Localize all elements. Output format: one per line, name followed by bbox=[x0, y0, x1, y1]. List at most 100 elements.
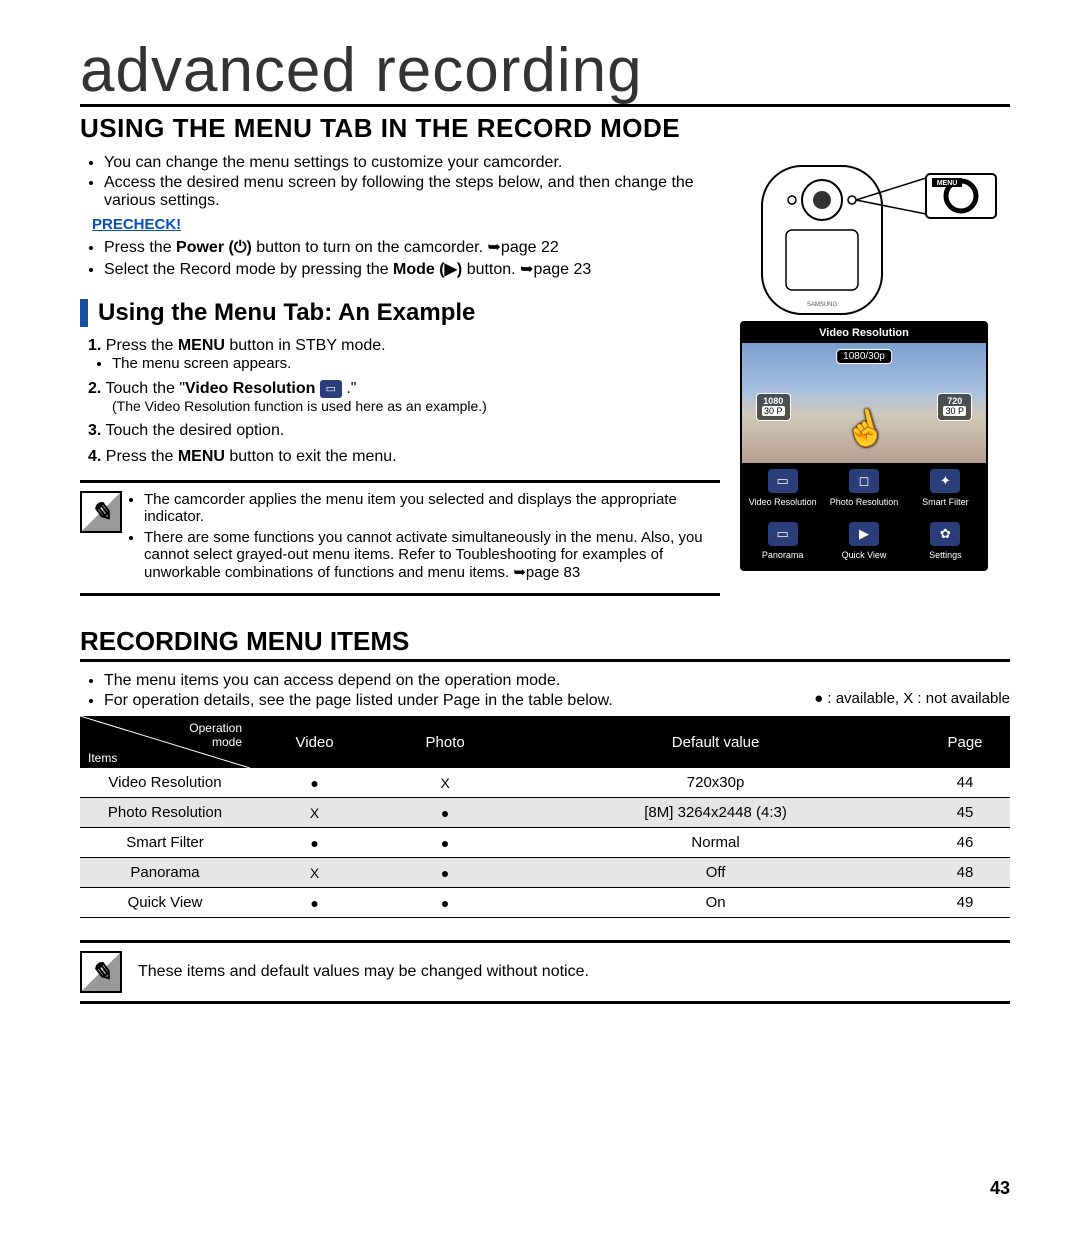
cell-item: Quick View bbox=[80, 888, 250, 918]
h2-bullet-list: The menu items you can access depend on … bbox=[104, 672, 794, 712]
menu-tile-panorama: ▭ Panorama bbox=[742, 516, 823, 569]
tile-icon: ▶ bbox=[849, 522, 879, 546]
text: Press the bbox=[104, 239, 176, 256]
text: Press the bbox=[106, 448, 178, 465]
cell-page: 48 bbox=[920, 858, 1010, 888]
h2-bullet: For operation details, see the page list… bbox=[104, 692, 794, 710]
note-list: The camcorder applies the menu item you … bbox=[144, 491, 714, 585]
text: button to exit the menu. bbox=[225, 448, 397, 465]
svg-text:MENU: MENU bbox=[937, 180, 958, 187]
step-number: 1. bbox=[88, 337, 101, 354]
intro-bullet-list: You can change the menu settings to cust… bbox=[104, 154, 724, 210]
footer-note-text: These items and default values may be ch… bbox=[138, 963, 589, 981]
cell-page: 45 bbox=[920, 798, 1010, 828]
bold-text: Power (⏻) bbox=[176, 239, 252, 256]
cell-item: Smart Filter bbox=[80, 828, 250, 858]
cell-page: 46 bbox=[920, 828, 1010, 858]
text: button to turn on the camcorder. ➥page 2… bbox=[256, 239, 559, 256]
tile-icon: ✿ bbox=[930, 522, 960, 546]
h2-bullet: The menu items you can access depend on … bbox=[104, 672, 794, 690]
tile-label: Video Resolution bbox=[749, 497, 817, 507]
cell-photo: ● bbox=[379, 828, 511, 858]
cell-page: 49 bbox=[920, 888, 1010, 918]
subsection-heading: Using the Menu Tab: An Example bbox=[98, 299, 475, 327]
precheck-list: Press the Power (⏻) button to turn on th… bbox=[104, 237, 724, 279]
tile-label: Smart Filter bbox=[922, 497, 969, 507]
step-item: 4. Press the MENU button to exit the men… bbox=[88, 448, 720, 466]
note-box: ✎ The camcorder applies the menu item yo… bbox=[80, 480, 720, 596]
note-item: There are some functions you cannot acti… bbox=[144, 529, 714, 581]
touch-hand-icon: ☝ bbox=[840, 404, 891, 454]
bold-text: Video Resolution bbox=[185, 380, 315, 397]
note-icon: ✎ bbox=[80, 491, 122, 533]
text: button. ➥page 23 bbox=[467, 261, 592, 278]
cell-video: X bbox=[250, 858, 379, 888]
opt-line2: 30 P bbox=[943, 406, 966, 416]
th-photo: Photo bbox=[379, 716, 511, 768]
table-row: PanoramaX●Off48 bbox=[80, 858, 1010, 888]
h2-accent-bar bbox=[80, 299, 88, 327]
precheck-item: Press the Power (⏻) button to turn on th… bbox=[104, 237, 724, 257]
step-number: 4. bbox=[88, 448, 101, 465]
text: Touch the desired option. bbox=[106, 422, 285, 439]
tile-icon: ◻ bbox=[849, 469, 879, 493]
cell-default: On bbox=[511, 888, 920, 918]
bold-text: MENU bbox=[178, 448, 225, 465]
text: Touch the " bbox=[106, 380, 186, 397]
step-item: 3. Touch the desired option. bbox=[88, 422, 720, 440]
cell-photo: ● bbox=[379, 858, 511, 888]
tile-icon: ✦ bbox=[930, 469, 960, 493]
footer-note-box: ✎ These items and default values may be … bbox=[80, 940, 1010, 1004]
th-page: Page bbox=[920, 716, 1010, 768]
opt-line1: 1080 bbox=[763, 396, 783, 406]
step-sub: The menu screen appears. bbox=[112, 355, 720, 372]
table-legend: ● : available, X : not available bbox=[814, 690, 1010, 707]
page-number: 43 bbox=[990, 1178, 1010, 1199]
option-720-30p: 720 30 P bbox=[937, 393, 972, 421]
menu-tile-quick-view: ▶ Quick View bbox=[823, 516, 904, 569]
cell-default: [8M] 3264x2448 (4:3) bbox=[511, 798, 920, 828]
step-item: 1. Press the MENU button in STBY mode. T… bbox=[88, 337, 720, 372]
resolution-badge: 1080/30p bbox=[836, 349, 892, 364]
cell-default: 720x30p bbox=[511, 768, 920, 798]
table-row: Photo ResolutionX●[8M] 3264x2448 (4:3)45 bbox=[80, 798, 1010, 828]
menu-tile-photo-resolution: ◻Photo Resolution bbox=[823, 463, 904, 516]
section-heading: RECORDING MENU ITEMS bbox=[80, 626, 1010, 662]
screen-title: Video Resolution bbox=[742, 323, 986, 343]
cell-default: Normal bbox=[511, 828, 920, 858]
cell-video: X bbox=[250, 798, 379, 828]
cell-video: ● bbox=[250, 828, 379, 858]
option-1080-30p: 1080 30 P bbox=[756, 393, 791, 421]
cell-item: Video Resolution bbox=[80, 768, 250, 798]
menu-tile-smart-filter: ✦ Smart Filter bbox=[905, 463, 986, 516]
step-number: 3. bbox=[88, 422, 101, 439]
opt-line1: 720 bbox=[947, 396, 962, 406]
th-default: Default value bbox=[511, 716, 920, 768]
svg-text:Items: Items bbox=[88, 751, 117, 765]
tile-label: Panorama bbox=[762, 550, 804, 560]
step-number: 2. bbox=[88, 380, 101, 397]
section-heading: USING THE MENU TAB IN THE RECORD MODE bbox=[80, 113, 1010, 144]
screen-preview: 1080/30p 1080 30 P 720 30 P ☝ bbox=[742, 343, 986, 463]
table-row: Quick View●●On49 bbox=[80, 888, 1010, 918]
bold-text: MENU bbox=[178, 337, 225, 354]
cell-photo: X bbox=[379, 768, 511, 798]
intro-bullet: Access the desired menu screen by follow… bbox=[104, 174, 724, 210]
cell-page: 44 bbox=[920, 768, 1010, 798]
tile-icon: ▭ bbox=[768, 522, 798, 546]
camcorder-screen-diagram: Video Resolution 1080/30p 1080 30 P 720 … bbox=[740, 321, 988, 571]
tile-icon: ▭ bbox=[768, 469, 798, 493]
step-list: 1. Press the MENU button in STBY mode. T… bbox=[88, 337, 720, 466]
recording-menu-table: Operation mode Items Video Photo Default… bbox=[80, 716, 1010, 918]
tile-label: Quick View bbox=[842, 550, 887, 560]
cell-photo: ● bbox=[379, 888, 511, 918]
menu-tile-video-resolution: ▭ Video Resolution bbox=[742, 463, 823, 516]
note-icon: ✎ bbox=[80, 951, 122, 993]
menu-grid: ▭ Video Resolution ◻Photo Resolution ✦ Sma… bbox=[742, 463, 986, 569]
menu-tile-settings: ✿ Settings bbox=[905, 516, 986, 569]
tile-label: Settings bbox=[929, 550, 962, 560]
chapter-title: advanced recording bbox=[80, 40, 1010, 107]
note-item: The camcorder applies the menu item you … bbox=[144, 491, 714, 525]
cell-video: ● bbox=[250, 768, 379, 798]
text: Select the Record mode by pressing the bbox=[104, 261, 393, 278]
